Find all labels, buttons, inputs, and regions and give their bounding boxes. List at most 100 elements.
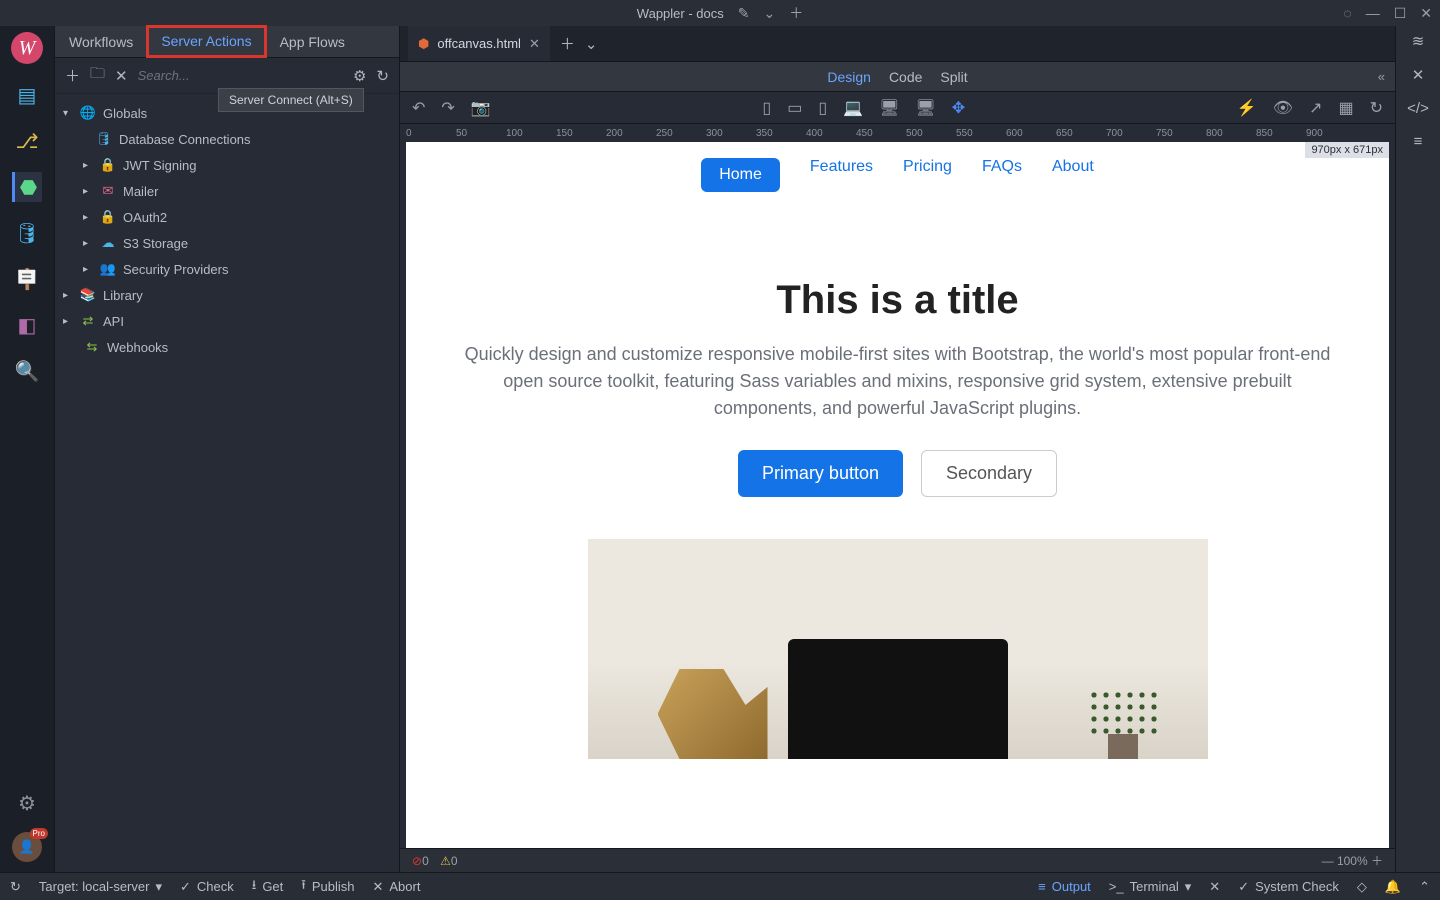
nav-faqs[interactable]: FAQs [982,158,1022,192]
collapse-icon[interactable]: « [1378,69,1385,84]
tab-server-actions[interactable]: Server Actions [147,26,265,57]
get-button[interactable]: ⭳ Get [252,876,284,898]
nav-pricing[interactable]: Pricing [903,158,952,192]
drop-icon[interactable]: ◌ [1343,5,1351,22]
tree-library[interactable]: ▸📚Library [55,282,399,308]
user-avatar[interactable]: 👤 [12,832,42,862]
eye-icon[interactable]: 👁 [1273,98,1293,118]
hero-title: This is a title [436,278,1359,323]
code-icon[interactable]: </> [1407,100,1429,117]
preview-nav: Home Features Pricing FAQs About [406,142,1389,208]
tree-jwt[interactable]: ▸🔒JWT Signing [55,152,399,178]
move-icon[interactable]: ✥ [952,98,965,118]
check-button[interactable]: ✓ Check [180,879,234,895]
tab-filename: offcanvas.html [437,36,521,51]
tree-security[interactable]: ▸👥Security Providers [55,256,399,282]
reload-icon[interactable]: ↻ [1370,98,1383,118]
editor-area: ⬢ offcanvas.html ✕ ＋ ⌄ Design Code Split… [400,26,1395,872]
tools-icon[interactable]: ✕ [1412,66,1425,84]
tree-label: S3 Storage [123,236,188,251]
git-icon[interactable]: ⎇ [12,126,42,156]
view-split[interactable]: Split [940,69,967,85]
tree-api[interactable]: ▸⇄API [55,308,399,334]
camera-icon[interactable]: 📷 [471,98,491,118]
view-mode-bar: Design Code Split « [400,62,1395,92]
tree-label: OAuth2 [123,210,167,225]
tree-label: API [103,314,124,329]
target-selector[interactable]: Target: local-server ▾ [39,879,162,895]
app-logo[interactable]: W [11,32,43,64]
terminal-button[interactable]: >_ Terminal ▾ [1109,879,1191,895]
plus-icon[interactable]: ＋ [789,3,803,23]
view-design[interactable]: Design [827,69,871,85]
system-check-button[interactable]: ✓ System Check [1238,879,1339,895]
app-title: Wappler - docs [637,6,724,21]
server-connect-icon[interactable]: ⬣ [12,172,42,202]
undo-icon[interactable]: ↶ [412,98,425,118]
settings-icon[interactable]: ⚙ [12,788,42,818]
tab-app-flows[interactable]: App Flows [266,26,359,57]
editor-statusbar: ⊘0 ⚠0 — 100% ＋ [400,848,1395,872]
error-count: 0 [422,854,429,868]
tablet-icon[interactable]: ▯ [818,98,827,118]
delete-icon[interactable]: ✕ [115,67,128,85]
qr-icon[interactable]: ▦ [1338,98,1353,118]
warning-icon[interactable]: ⚠ [440,854,451,868]
tooltip: Server Connect (Alt+S) [218,88,364,112]
export-icon[interactable]: ↗ [1309,98,1322,118]
primary-button[interactable]: Primary button [738,450,903,497]
sync-icon[interactable]: ↻ [10,879,21,895]
nav-features[interactable]: Features [810,158,873,192]
chevron-down-icon[interactable]: ⌄ [763,5,775,22]
secondary-button[interactable]: Secondary [921,450,1057,497]
gear-icon[interactable]: ⚙ [353,67,366,85]
tree-s3[interactable]: ▸☁S3 Storage [55,230,399,256]
editor-tab[interactable]: ⬢ offcanvas.html ✕ [408,26,550,61]
phone-icon[interactable]: ▯ [762,98,771,118]
minimize-icon[interactable]: — [1366,5,1380,22]
nav-about[interactable]: About [1052,158,1094,192]
folder-icon[interactable]: 🗀 [90,63,105,88]
view-code[interactable]: Code [889,69,922,85]
routes-icon[interactable]: 🪧 [12,264,42,294]
menu-icon[interactable]: ≡ [1414,133,1423,150]
add-icon[interactable]: ＋ [65,65,80,86]
publish-button[interactable]: ⭱ Publish [301,876,354,898]
nav-home[interactable]: Home [701,158,780,192]
tree-mailer[interactable]: ▸✉Mailer [55,178,399,204]
widescreen-icon[interactable]: 🖥 [915,98,935,118]
tab-close-icon[interactable]: ✕ [529,36,540,52]
notifications-icon[interactable]: 🔔 [1385,879,1401,895]
tab-menu-icon[interactable]: ⌄ [585,35,598,53]
output-button[interactable]: ≡ Output [1038,879,1091,894]
assets-icon[interactable]: ◧ [12,310,42,340]
preview-canvas[interactable]: Home Features Pricing FAQs About This is… [406,142,1389,848]
image-laptop [788,639,1008,759]
close-icon[interactable]: ✕ [1420,5,1432,22]
right-bar: ≋ ✕ </> ≡ [1395,26,1440,872]
tree-webhooks[interactable]: ⇆Webhooks [55,334,399,360]
desktop-icon[interactable]: 🖥 [879,98,899,118]
terminal-close[interactable]: ✕ [1209,879,1220,895]
layers-icon[interactable]: ≋ [1412,32,1425,50]
phone-land-icon[interactable]: ▭ [787,98,802,118]
laptop-icon[interactable]: 💻 [843,98,863,118]
refresh-icon[interactable]: ↻ [376,67,389,85]
search-icon[interactable]: 🔍 [12,356,42,386]
bug-icon[interactable]: ◇ [1357,879,1367,895]
search-input[interactable] [138,68,343,83]
new-tab-icon[interactable]: ＋ [560,33,575,54]
error-icon[interactable]: ⊘ [412,854,422,868]
database-icon[interactable]: 🛢 [12,218,42,248]
pages-icon[interactable]: ▤ [12,80,42,110]
abort-button[interactable]: ✕ Abort [372,879,420,895]
maximize-icon[interactable]: ☐ [1394,5,1407,22]
tree-db[interactable]: 🛢Database Connections [55,126,399,152]
edit-icon[interactable]: ✎ [738,5,750,22]
editor-tabs: ⬢ offcanvas.html ✕ ＋ ⌄ [400,26,1395,62]
bolt-icon[interactable]: ⚡ [1237,98,1257,118]
tab-workflows[interactable]: Workflows [55,26,147,57]
expand-icon[interactable]: ⌃ [1419,879,1430,895]
tree-oauth[interactable]: ▸🔒OAuth2 [55,204,399,230]
redo-icon[interactable]: ↷ [441,98,454,118]
